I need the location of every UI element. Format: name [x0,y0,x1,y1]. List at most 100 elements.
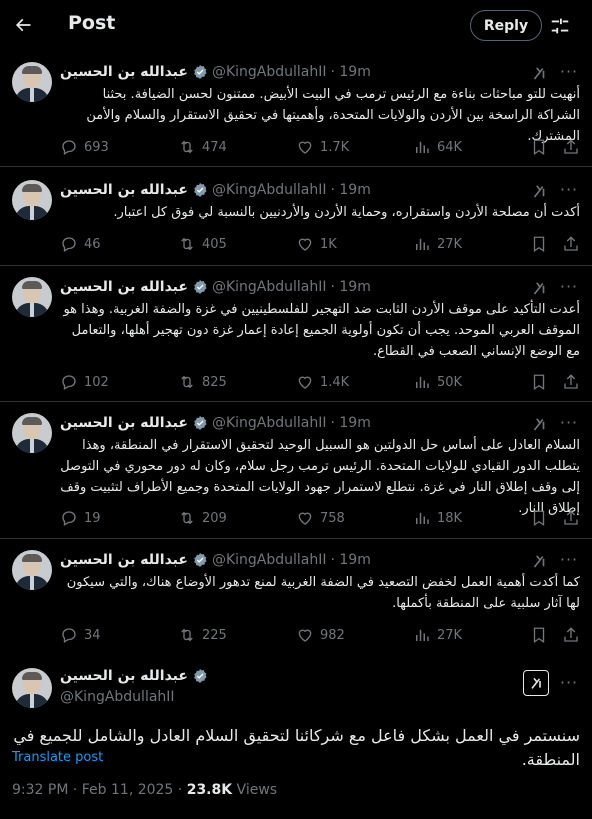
author-handle[interactable]: @KingAbdullahII [212,64,327,80]
tweet-time[interactable]: · 19m [330,279,370,295]
reply-action[interactable]: 46 [60,234,101,254]
repost-icon [181,511,193,525]
tweet-actions: 34 225 982 27K [60,625,580,645]
repost-action[interactable]: 405 [178,234,227,254]
avatar[interactable] [12,668,52,708]
author-name[interactable]: عبدالله بن الحسين [60,415,188,431]
verified-badge-icon [194,65,207,79]
more-icon[interactable]: ··· [558,63,580,81]
author-name[interactable]: عبدالله بن الحسين [60,552,188,568]
views-total: 23.8K [186,782,233,798]
more-icon[interactable]: ··· [558,181,580,199]
tweet-time[interactable]: · 19m [330,415,370,431]
like-action[interactable]: 1.7K [296,137,349,157]
views-action[interactable]: 64K [413,137,462,157]
tweet-actions: 19 209 758 18K [60,508,580,528]
avatar[interactable] [12,413,52,453]
grok-icon[interactable] [530,279,548,297]
reply-action[interactable]: 34 [60,625,101,645]
avatar[interactable] [12,277,52,317]
author-handle[interactable]: @KingAbdullahII [60,689,175,705]
share-icon[interactable] [562,138,580,156]
tweet-time[interactable]: · 19m [330,552,370,568]
repost-action[interactable]: 209 [178,508,227,528]
grok-button[interactable] [523,670,549,696]
page-title: Post [68,12,116,34]
repost-action[interactable]: 225 [178,625,227,645]
reply-icon [62,375,76,390]
like-action[interactable]: 758 [296,508,345,528]
reply-action[interactable]: 19 [60,508,101,528]
reply-action[interactable]: 102 [60,372,109,392]
views-count: 27K [437,236,463,252]
verified-badge-icon [194,280,207,294]
more-icon[interactable]: ··· [558,278,580,296]
bookmark-icon[interactable] [530,509,548,527]
like-action[interactable]: 1K [296,234,337,254]
like-action[interactable]: 1.4K [296,372,349,392]
tweet-time[interactable]: · 19m [330,182,370,198]
views-action[interactable]: 50K [413,372,462,392]
timestamp[interactable]: 9:32 PM · Feb 11, 2025 · [12,782,187,798]
top-bar: Post Reply [0,0,592,50]
share-icon[interactable] [562,373,580,391]
bookmark-icon[interactable] [530,626,548,644]
reply-action[interactable]: 693 [60,137,109,157]
grok-icon[interactable] [530,415,548,433]
tune-icon[interactable] [549,15,571,37]
repost-count: 209 [202,510,227,526]
avatar[interactable] [12,550,52,590]
more-icon[interactable]: ··· [558,674,580,692]
repost-icon [181,375,193,389]
repost-action[interactable]: 474 [178,137,227,157]
views-action[interactable]: 27K [413,625,462,645]
share-icon[interactable] [562,509,580,527]
views-count: 64K [437,139,463,155]
translate-link[interactable]: Translate post [12,750,103,765]
bookmark-icon[interactable] [530,138,548,156]
tweet-meta: عبدالله بن الحسين @KingAbdullahII · 19m [60,552,371,568]
share-icon[interactable] [562,626,580,644]
views-action[interactable]: 18K [413,508,462,528]
tweet-text: أعدت التأكيد على موقف الأردن الثابت ضد ا… [63,302,580,359]
tweet-text: أكدت أن مصلحة الأردن واستقراره، وحماية ا… [113,205,580,220]
grok-icon[interactable] [530,552,548,570]
more-icon[interactable]: ··· [558,414,580,432]
author-name[interactable]: عبدالله بن الحسين [60,64,188,80]
grok-icon[interactable] [530,182,548,200]
share-icon[interactable] [562,235,580,253]
repost-action[interactable]: 825 [178,372,227,392]
avatar[interactable] [12,62,52,102]
like-count: 1.4K [320,374,350,390]
tweet-meta: عبدالله بن الحسين @KingAbdullahII · 19m [60,182,371,198]
views-label: Views [232,782,278,798]
repost-icon [181,628,193,642]
reply-button[interactable]: Reply [470,10,542,41]
more-icon[interactable]: ··· [558,551,580,569]
like-icon [298,238,312,251]
tweet-time[interactable]: · 19m [330,64,370,80]
author-handle[interactable]: @KingAbdullahII [212,552,327,568]
author-handle[interactable]: @KingAbdullahII [212,182,327,198]
author-name[interactable]: عبدالله بن الحسين [60,668,188,684]
views-count: 18K [437,510,463,526]
like-action[interactable]: 982 [296,625,345,645]
avatar[interactable] [12,180,52,220]
reply-count: 102 [84,374,109,390]
views-count: 50K [437,374,463,390]
author-handle[interactable]: @KingAbdullahII [212,279,327,295]
author-name[interactable]: عبدالله بن الحسين [60,279,188,295]
views-icon [416,376,429,388]
tweet-text: كما أكدت أهمية العمل لخفض التصعيد في الض… [66,575,580,611]
grok-icon[interactable] [530,64,548,82]
bookmark-icon[interactable] [530,373,548,391]
grok-icon [531,677,541,689]
bookmark-icon[interactable] [530,235,548,253]
verified-badge-icon [194,183,207,197]
author-handle[interactable]: @KingAbdullahII [212,415,327,431]
back-button[interactable] [8,8,38,42]
author-name[interactable]: عبدالله بن الحسين [60,182,188,198]
like-count: 1K [320,236,337,252]
views-icon [416,629,429,641]
views-action[interactable]: 27K [413,234,462,254]
